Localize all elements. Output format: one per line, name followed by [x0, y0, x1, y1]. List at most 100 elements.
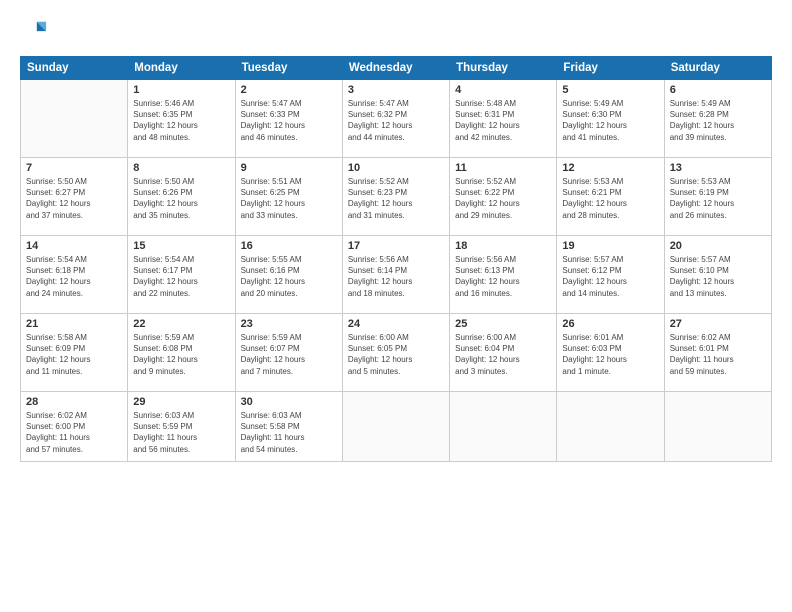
day-info: Sunrise: 6:02 AM Sunset: 6:00 PM Dayligh…	[26, 410, 122, 455]
day-number: 8	[133, 162, 229, 174]
day-info: Sunrise: 5:46 AM Sunset: 6:35 PM Dayligh…	[133, 98, 229, 143]
calendar-cell: 15 Sunrise: 5:54 AM Sunset: 6:17 PM Dayli…	[128, 236, 235, 314]
day-number: 2	[241, 84, 337, 96]
logo	[20, 18, 52, 46]
day-number: 3	[348, 84, 444, 96]
day-info: Sunrise: 5:50 AM Sunset: 6:27 PM Dayligh…	[26, 176, 122, 221]
day-info: Sunrise: 6:02 AM Sunset: 6:01 PM Dayligh…	[670, 332, 766, 377]
day-number: 20	[670, 240, 766, 252]
calendar-cell: 6 Sunrise: 5:49 AM Sunset: 6:28 PM Daylig…	[664, 80, 771, 158]
day-info: Sunrise: 5:54 AM Sunset: 6:17 PM Dayligh…	[133, 254, 229, 299]
calendar-cell: 3 Sunrise: 5:47 AM Sunset: 6:32 PM Daylig…	[342, 80, 449, 158]
weekday-header-wednesday: Wednesday	[342, 57, 449, 80]
day-number: 13	[670, 162, 766, 174]
day-info: Sunrise: 5:54 AM Sunset: 6:18 PM Dayligh…	[26, 254, 122, 299]
calendar-table: SundayMondayTuesdayWednesdayThursdayFrid…	[20, 56, 772, 462]
day-number: 17	[348, 240, 444, 252]
day-number: 6	[670, 84, 766, 96]
weekday-header-thursday: Thursday	[450, 57, 557, 80]
calendar-cell: 18 Sunrise: 5:56 AM Sunset: 6:13 PM Dayli…	[450, 236, 557, 314]
calendar-cell: 24Sunrise: 6:00 AM Sunset: 6:05 PM Dayli…	[342, 314, 449, 392]
calendar-cell: 8 Sunrise: 5:50 AM Sunset: 6:26 PM Daylig…	[128, 158, 235, 236]
calendar-cell: 12 Sunrise: 5:53 AM Sunset: 6:21 PM Dayli…	[557, 158, 664, 236]
calendar-cell: 9 Sunrise: 5:51 AM Sunset: 6:25 PM Daylig…	[235, 158, 342, 236]
day-info: Sunrise: 6:00 AM Sunset: 6:04 PM Dayligh…	[455, 332, 551, 377]
day-info: Sunrise: 5:47 AM Sunset: 6:32 PM Dayligh…	[348, 98, 444, 143]
day-number: 28	[26, 396, 122, 408]
weekday-header-saturday: Saturday	[664, 57, 771, 80]
day-number: 16	[241, 240, 337, 252]
week-row-4: 21Sunrise: 5:58 AM Sunset: 6:09 PM Dayli…	[21, 314, 772, 392]
day-info: Sunrise: 6:03 AM Sunset: 5:58 PM Dayligh…	[241, 410, 337, 455]
day-number: 15	[133, 240, 229, 252]
day-number: 10	[348, 162, 444, 174]
calendar-cell: 28 Sunrise: 6:02 AM Sunset: 6:00 PM Dayli…	[21, 392, 128, 462]
weekday-header-monday: Monday	[128, 57, 235, 80]
day-number: 27	[670, 318, 766, 330]
week-row-5: 28 Sunrise: 6:02 AM Sunset: 6:00 PM Dayli…	[21, 392, 772, 462]
calendar-cell: 10 Sunrise: 5:52 AM Sunset: 6:23 PM Dayli…	[342, 158, 449, 236]
calendar-cell: 21Sunrise: 5:58 AM Sunset: 6:09 PM Dayli…	[21, 314, 128, 392]
day-info: Sunrise: 5:52 AM Sunset: 6:23 PM Dayligh…	[348, 176, 444, 221]
day-info: Sunrise: 5:55 AM Sunset: 6:16 PM Dayligh…	[241, 254, 337, 299]
calendar-cell: 20 Sunrise: 5:57 AM Sunset: 6:10 PM Dayli…	[664, 236, 771, 314]
day-info: Sunrise: 5:56 AM Sunset: 6:13 PM Dayligh…	[455, 254, 551, 299]
calendar-cell: 23 Sunrise: 5:59 AM Sunset: 6:07 PM Dayli…	[235, 314, 342, 392]
day-info: Sunrise: 5:49 AM Sunset: 6:30 PM Dayligh…	[562, 98, 658, 143]
calendar-cell: 27 Sunrise: 6:02 AM Sunset: 6:01 PM Dayli…	[664, 314, 771, 392]
day-info: Sunrise: 5:56 AM Sunset: 6:14 PM Dayligh…	[348, 254, 444, 299]
day-info: Sunrise: 5:53 AM Sunset: 6:21 PM Dayligh…	[562, 176, 658, 221]
day-number: 14	[26, 240, 122, 252]
day-info: Sunrise: 5:50 AM Sunset: 6:26 PM Dayligh…	[133, 176, 229, 221]
day-info: Sunrise: 5:59 AM Sunset: 6:07 PM Dayligh…	[241, 332, 337, 377]
calendar-cell: 16 Sunrise: 5:55 AM Sunset: 6:16 PM Dayli…	[235, 236, 342, 314]
day-number: 12	[562, 162, 658, 174]
calendar-cell: 1 Sunrise: 5:46 AM Sunset: 6:35 PM Daylig…	[128, 80, 235, 158]
weekday-header-row: SundayMondayTuesdayWednesdayThursdayFrid…	[21, 57, 772, 80]
calendar-cell	[342, 392, 449, 462]
day-number: 30	[241, 396, 337, 408]
day-number: 1	[133, 84, 229, 96]
calendar-cell: 2 Sunrise: 5:47 AM Sunset: 6:33 PM Daylig…	[235, 80, 342, 158]
page: SundayMondayTuesdayWednesdayThursdayFrid…	[0, 0, 792, 612]
weekday-header-friday: Friday	[557, 57, 664, 80]
day-number: 5	[562, 84, 658, 96]
calendar-cell	[557, 392, 664, 462]
weekday-header-sunday: Sunday	[21, 57, 128, 80]
week-row-3: 14 Sunrise: 5:54 AM Sunset: 6:18 PM Dayli…	[21, 236, 772, 314]
day-number: 19	[562, 240, 658, 252]
day-number: 25	[455, 318, 551, 330]
day-number: 18	[455, 240, 551, 252]
day-info: Sunrise: 5:51 AM Sunset: 6:25 PM Dayligh…	[241, 176, 337, 221]
calendar-cell: 14 Sunrise: 5:54 AM Sunset: 6:18 PM Dayli…	[21, 236, 128, 314]
day-info: Sunrise: 5:57 AM Sunset: 6:10 PM Dayligh…	[670, 254, 766, 299]
calendar-cell: 25 Sunrise: 6:00 AM Sunset: 6:04 PM Dayli…	[450, 314, 557, 392]
calendar-cell: 4 Sunrise: 5:48 AM Sunset: 6:31 PM Daylig…	[450, 80, 557, 158]
week-row-1: 1 Sunrise: 5:46 AM Sunset: 6:35 PM Daylig…	[21, 80, 772, 158]
day-info: Sunrise: 5:49 AM Sunset: 6:28 PM Dayligh…	[670, 98, 766, 143]
day-info: Sunrise: 5:57 AM Sunset: 6:12 PM Dayligh…	[562, 254, 658, 299]
calendar-cell: 19 Sunrise: 5:57 AM Sunset: 6:12 PM Dayli…	[557, 236, 664, 314]
day-number: 22	[133, 318, 229, 330]
day-number: 4	[455, 84, 551, 96]
calendar-cell: 13Sunrise: 5:53 AM Sunset: 6:19 PM Dayli…	[664, 158, 771, 236]
calendar-cell: 29Sunrise: 6:03 AM Sunset: 5:59 PM Dayli…	[128, 392, 235, 462]
calendar-cell: 22Sunrise: 5:59 AM Sunset: 6:08 PM Dayli…	[128, 314, 235, 392]
calendar-cell: 26Sunrise: 6:01 AM Sunset: 6:03 PM Dayli…	[557, 314, 664, 392]
calendar-cell	[664, 392, 771, 462]
day-info: Sunrise: 5:52 AM Sunset: 6:22 PM Dayligh…	[455, 176, 551, 221]
day-number: 23	[241, 318, 337, 330]
calendar-cell	[450, 392, 557, 462]
calendar-cell	[21, 80, 128, 158]
day-info: Sunrise: 5:58 AM Sunset: 6:09 PM Dayligh…	[26, 332, 122, 377]
day-info: Sunrise: 6:03 AM Sunset: 5:59 PM Dayligh…	[133, 410, 229, 455]
calendar-cell: 11Sunrise: 5:52 AM Sunset: 6:22 PM Dayli…	[450, 158, 557, 236]
day-number: 7	[26, 162, 122, 174]
day-info: Sunrise: 5:48 AM Sunset: 6:31 PM Dayligh…	[455, 98, 551, 143]
day-info: Sunrise: 5:47 AM Sunset: 6:33 PM Dayligh…	[241, 98, 337, 143]
day-number: 9	[241, 162, 337, 174]
calendar-cell: 7 Sunrise: 5:50 AM Sunset: 6:27 PM Daylig…	[21, 158, 128, 236]
weekday-header-tuesday: Tuesday	[235, 57, 342, 80]
week-row-2: 7 Sunrise: 5:50 AM Sunset: 6:27 PM Daylig…	[21, 158, 772, 236]
calendar-cell: 5 Sunrise: 5:49 AM Sunset: 6:30 PM Daylig…	[557, 80, 664, 158]
